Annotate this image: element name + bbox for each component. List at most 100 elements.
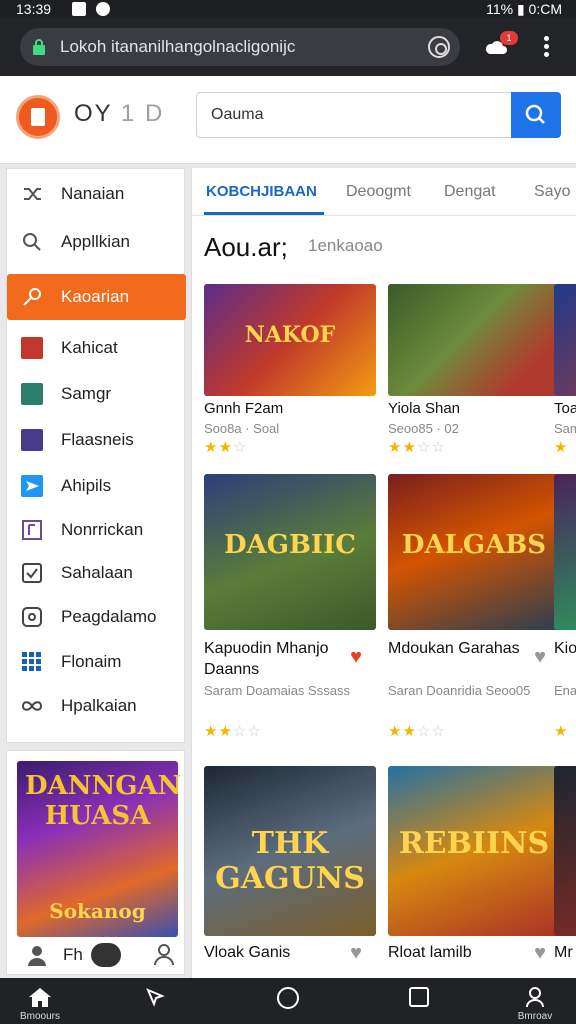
tab-deoogmt[interactable]: Deoogmt: [346, 168, 411, 216]
game-meta: Saram Doamaias Sssass: [204, 683, 350, 698]
game-meta: Seoo85 · 02: [388, 421, 459, 436]
more-menu-icon[interactable]: [538, 34, 554, 60]
sidebar-item-kaoarian[interactable]: Kaoarian: [7, 274, 186, 320]
game-card[interactable]: Kio Toa Ena ★: [554, 474, 576, 744]
star-rating: ★★☆☆: [204, 723, 262, 740]
game-card[interactable]: Yiola Shan Seoo85 · 02 ★★☆☆: [388, 284, 560, 464]
promo-subtitle: Sokanog: [49, 899, 146, 923]
category-sidebar: Nanaian Appllkian Kaoarian Kahicat Samgr…: [6, 168, 186, 743]
section-subtitle[interactable]: 1enkaoao: [308, 236, 383, 256]
brand-primary: OY: [74, 100, 113, 127]
active-tab-indicator: [204, 212, 324, 215]
sidebar-item-appllkian[interactable]: Appllkian: [7, 219, 186, 265]
sidebar-item-flonaim[interactable]: Flonaim: [7, 639, 186, 685]
notification-icon: [72, 2, 86, 16]
shuffle-icon: [24, 188, 41, 200]
heart-outline-icon[interactable]: ♥: [534, 942, 546, 965]
nav-home[interactable]: Bmoours: [10, 978, 70, 1024]
search-input[interactable]: [196, 92, 512, 138]
search-icon: [23, 233, 41, 251]
heart-filled-icon[interactable]: ♥: [350, 646, 362, 669]
sidebar-item-nonrrickan[interactable]: Nonrrickan: [7, 507, 186, 553]
url-text: Lokoh itananilhangolnacligonijc: [60, 37, 296, 56]
game-meta: Sam: [554, 421, 576, 436]
star-rating: ★★☆☆: [388, 723, 446, 740]
tab-count-badge: 1: [500, 31, 518, 45]
star-rating: ★★☆☆: [388, 439, 446, 456]
heart-outline-icon[interactable]: ♥: [534, 646, 546, 669]
send-icon: [21, 475, 43, 497]
square-recents-icon: [409, 987, 429, 1007]
game-thumbnail: NAKOF: [204, 284, 376, 396]
profile-icon[interactable]: [153, 943, 175, 967]
tab-dengat[interactable]: Dengat: [444, 168, 496, 216]
sidebar-item-sahalaan[interactable]: Sahalaan: [7, 550, 186, 596]
nav-back[interactable]: [125, 978, 185, 1024]
tab-bar: KOBCHJIBAAN Deoogmt Dengat Sayo: [192, 168, 576, 216]
status-battery: 11% ▮ 0:CM: [486, 1, 562, 17]
game-card[interactable]: NAKOF Gnnh F2am Soo8a · Soal ★★☆: [204, 284, 376, 464]
nav-profile[interactable]: Bmroav: [505, 978, 565, 1024]
bottom-navigation: Bmoours Bmroav: [0, 978, 576, 1024]
game-card[interactable]: THK GAGUNS Vloak Ganis ♥: [204, 766, 376, 966]
record-icon[interactable]: [428, 36, 450, 58]
search-icon: [525, 104, 545, 124]
heart-outline-icon[interactable]: ♥: [350, 942, 362, 965]
game-thumbnail: [554, 284, 576, 396]
sidebar-item-hpalkaian[interactable]: Hpalkaian: [7, 683, 186, 729]
game-card[interactable]: Mr: [554, 766, 576, 966]
profile-icon: [526, 987, 544, 1008]
game-title: Mdoukan Garahas: [388, 640, 520, 657]
star-rating: ★★☆: [204, 439, 248, 456]
sidebar-item-samgr[interactable]: Samgr: [7, 371, 186, 417]
key-icon: [23, 288, 41, 306]
browser-toolbar: Lokoh itananilhangolnacligonijc 1: [0, 18, 576, 76]
sidebar-item-flaasneis[interactable]: Flaasneis: [7, 417, 186, 463]
sidebar-item-kahicat[interactable]: Kahicat: [7, 325, 186, 371]
brand-name: OY 1 D: [74, 100, 164, 128]
game-title: Mr: [554, 944, 573, 961]
user-icon: [28, 946, 46, 966]
game-title: Kio Toa: [554, 640, 576, 657]
tag-icon: [22, 607, 42, 627]
game-thumbnail: [388, 284, 560, 396]
tab-sayo[interactable]: Sayo: [534, 168, 570, 216]
game-thumbnail: THK GAGUNS: [204, 766, 376, 936]
status-time: 13:39: [16, 1, 52, 17]
promo-footer-label: Fh: [63, 945, 83, 964]
sidebar-item-peagdalamo[interactable]: Peagdalamo: [7, 594, 186, 640]
game-thumbnail: DALGABS: [388, 474, 560, 630]
game-title: Vloak Ganis: [204, 944, 291, 961]
nav-home-button[interactable]: [258, 978, 318, 1024]
promo-title: DANNGAN HUASA: [25, 771, 182, 831]
nav-recents[interactable]: [389, 978, 449, 1024]
status-bar: 13:39 11% ▮ 0:CM: [0, 0, 576, 18]
game-card[interactable]: DALGABS Mdoukan Garahas ♥ Saran Doanridi…: [388, 474, 560, 744]
game-card[interactable]: DAGBIIC Kapuodin Mhanjo Daanns ♥ Saram D…: [204, 474, 376, 744]
home-icon: [29, 988, 51, 1007]
address-bar[interactable]: Lokoh itananilhangolnacligonijc: [20, 28, 460, 66]
back-icon: [146, 988, 165, 1007]
heart-toggle-icon[interactable]: [91, 943, 121, 967]
lock-icon: [33, 39, 45, 55]
game-title: Yiola Shan: [388, 400, 460, 417]
grid-icon: [22, 652, 41, 671]
game-meta: Soo8a · Soal: [204, 421, 280, 436]
game-thumbnail: [554, 474, 576, 630]
game-card[interactable]: Toa Sam ★: [554, 284, 576, 464]
game-meta: Saran Doanridia Seoo05: [388, 683, 531, 698]
game-icon: [21, 429, 43, 451]
game-icon: [21, 337, 43, 359]
tab-kobchjibaan[interactable]: KOBCHJIBAAN: [206, 168, 317, 216]
sidebar-item-ahipils[interactable]: Ahipils: [7, 463, 186, 509]
circle-home-icon: [277, 987, 299, 1009]
sidebar-item-nanaian[interactable]: Nanaian: [7, 171, 186, 217]
promo-card[interactable]: DANNGAN HUASA Sokanog Fh: [6, 750, 185, 975]
game-title: Kapuodin Mhanjo Daanns: [204, 640, 329, 678]
search-button[interactable]: [511, 92, 561, 138]
game-thumbnail: DAGBIIC: [204, 474, 376, 630]
check-icon: [22, 563, 42, 583]
site-logo[interactable]: [16, 95, 60, 139]
game-card[interactable]: REBIINS Rloat lamilb ♥: [388, 766, 560, 966]
game-meta: Ena: [554, 683, 576, 698]
